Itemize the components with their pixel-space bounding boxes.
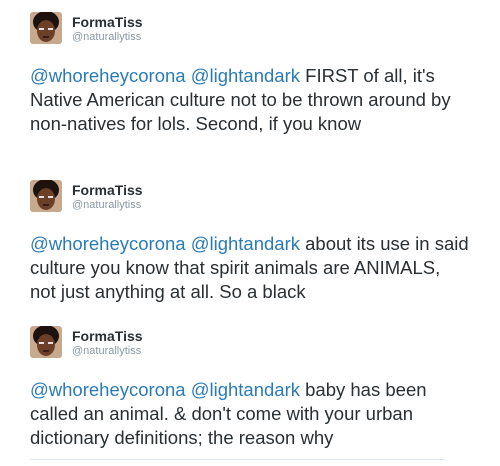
tweet-body: @whoreheycorona @lightandark baby has be…	[30, 378, 480, 458]
mention-link[interactable]: @lightandark	[191, 65, 300, 86]
tweet-text: @whoreheycorona @lightandark FIRST of al…	[30, 64, 470, 136]
user-avatar[interactable]	[30, 326, 62, 358]
tweet-text: @whoreheycorona @lightandark baby has be…	[30, 378, 470, 450]
user-handle[interactable]: @naturallytiss	[72, 31, 141, 43]
user-name[interactable]: FormaTiss	[72, 328, 143, 344]
tweet-3: FormaTiss @naturallytiss @whoreheycorona…	[30, 326, 480, 448]
user-name[interactable]: FormaTiss	[72, 14, 143, 30]
mention-link[interactable]: @whoreheycorona	[30, 379, 186, 400]
mention-link[interactable]: @whoreheycorona	[30, 233, 186, 254]
mention-link[interactable]: @lightandark	[191, 233, 300, 254]
user-handle[interactable]: @naturallytiss	[72, 345, 141, 357]
tweet-body: @whoreheycorona @lightandark FIRST of al…	[30, 64, 480, 164]
tweet-header: FormaTiss @naturallytiss	[30, 180, 480, 220]
tweet-header: FormaTiss @naturallytiss	[30, 12, 480, 52]
user-avatar[interactable]	[30, 12, 62, 44]
tweet-text: @whoreheycorona @lightandark about its u…	[30, 232, 470, 304]
tweet-2: FormaTiss @naturallytiss @whoreheycorona…	[30, 180, 480, 302]
tweet-1: FormaTiss @naturallytiss @whoreheycorona…	[30, 12, 480, 152]
user-handle[interactable]: @naturallytiss	[72, 199, 141, 211]
user-name[interactable]: FormaTiss	[72, 182, 143, 198]
mention-link[interactable]: @whoreheycorona	[30, 65, 186, 86]
tweet-header: FormaTiss @naturallytiss	[30, 326, 480, 366]
user-avatar[interactable]	[30, 180, 62, 212]
mention-link[interactable]: @lightandark	[191, 379, 300, 400]
tweet-body: @whoreheycorona @lightandark about its u…	[30, 232, 480, 312]
divider	[30, 459, 445, 460]
